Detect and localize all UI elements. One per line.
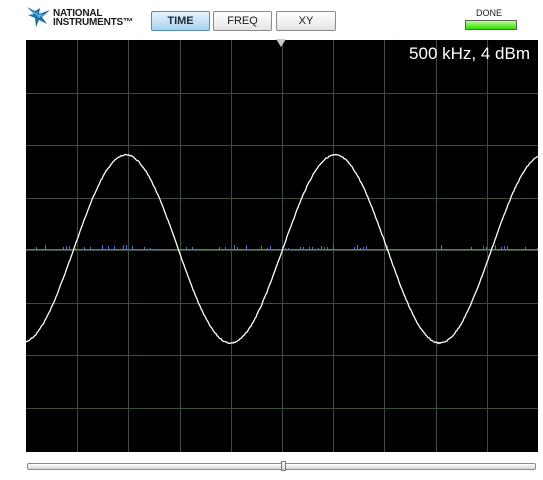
signal-readout: 500 kHz, 4 dBm bbox=[409, 44, 530, 63]
oscilloscope-window: NATIONAL INSTRUMENTS™ TIME FREQ XY DONE … bbox=[0, 0, 543, 480]
freq-mode-button[interactable]: FREQ bbox=[213, 11, 272, 31]
scope-display: 500 kHz, 4 dBm bbox=[26, 40, 538, 452]
scope-plot bbox=[26, 40, 538, 452]
level-right-triangle-icon[interactable] bbox=[11, 243, 24, 257]
scrollbar-thumb[interactable] bbox=[281, 461, 286, 471]
national-instruments-logo: NATIONAL INSTRUMENTS™ bbox=[26, 5, 141, 31]
trigger-down-triangle-icon[interactable] bbox=[276, 39, 286, 47]
ni-eagle-icon bbox=[27, 7, 50, 27]
time-mode-button[interactable]: TIME bbox=[151, 11, 210, 31]
done-indicator-led bbox=[465, 20, 517, 30]
xy-mode-button[interactable]: XY bbox=[276, 11, 336, 31]
logo-text-line2: INSTRUMENTS™ bbox=[53, 17, 133, 28]
done-label: DONE bbox=[476, 8, 503, 18]
